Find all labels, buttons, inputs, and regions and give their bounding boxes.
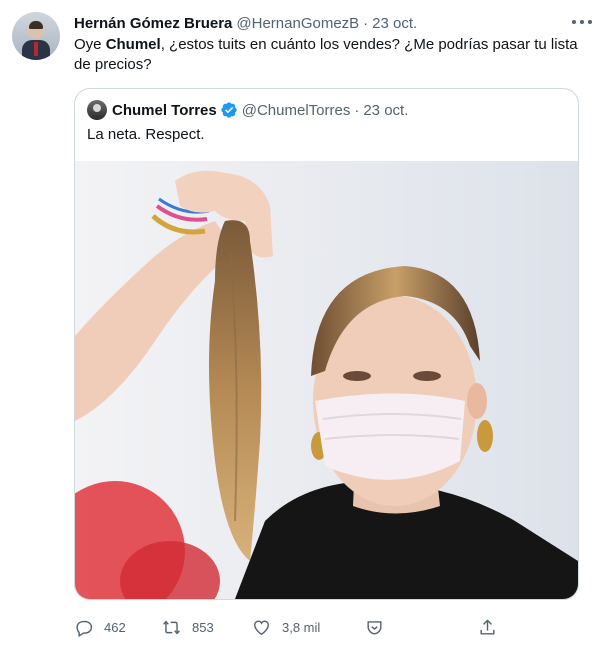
like-button[interactable]: 3,8 mil bbox=[252, 614, 320, 640]
tweet-actions: 462 853 3,8 mil bbox=[74, 614, 504, 640]
author-avatar[interactable] bbox=[12, 12, 60, 60]
quoted-time: 23 oct. bbox=[363, 101, 409, 119]
retweet-count: 853 bbox=[192, 619, 214, 635]
quoted-author-handle: @ChumelTorres bbox=[241, 101, 351, 119]
author-handle[interactable]: @HernanGomezB bbox=[236, 15, 359, 32]
reply-icon bbox=[76, 620, 93, 637]
react-button[interactable] bbox=[365, 614, 384, 640]
tweet-text: Oye Chumel, ¿estos tuits en cuánto los v… bbox=[74, 35, 589, 75]
retweet-button[interactable]: 853 bbox=[162, 614, 214, 640]
tweet-text-start: Oye bbox=[74, 36, 106, 53]
retweet-icon bbox=[163, 620, 180, 634]
verified-icon bbox=[221, 102, 237, 118]
quoted-tweet[interactable]: Chumel Torres @ChumelTorres · 23 oct. La… bbox=[74, 88, 579, 600]
quoted-author-name: Chumel Torres bbox=[112, 101, 217, 119]
quoted-separator: · bbox=[354, 101, 360, 119]
reply-count: 462 bbox=[104, 619, 126, 635]
quoted-photo[interactable] bbox=[75, 161, 578, 599]
mention-chumel: Chumel bbox=[105, 36, 161, 53]
reply-button[interactable]: 462 bbox=[74, 614, 126, 640]
share-icon bbox=[480, 619, 495, 635]
like-icon bbox=[254, 620, 269, 635]
tweet-header: Hernán Gómez Bruera @HernanGomezB · 23 o… bbox=[74, 12, 594, 34]
react-icon bbox=[367, 620, 382, 635]
quoted-header: Chumel Torres @ChumelTorres · 23 oct. bbox=[87, 99, 566, 121]
more-icon[interactable] bbox=[572, 14, 592, 30]
share-button[interactable] bbox=[478, 614, 497, 640]
quoted-avatar bbox=[87, 100, 107, 120]
photo-illustration bbox=[75, 161, 578, 599]
tweet[interactable]: Hernán Gómez Bruera @HernanGomezB · 23 o… bbox=[0, 0, 606, 647]
tweet-time[interactable]: 23 oct. bbox=[372, 15, 417, 32]
author-name[interactable]: Hernán Gómez Bruera bbox=[74, 15, 232, 32]
quoted-text: La neta. Respect. bbox=[87, 126, 205, 143]
separator-dot: · bbox=[363, 14, 369, 32]
like-count: 3,8 mil bbox=[282, 619, 321, 635]
